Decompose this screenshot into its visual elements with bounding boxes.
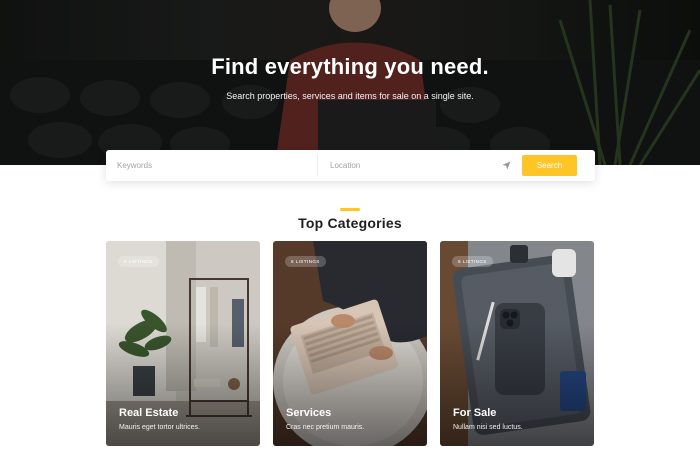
category-card-services[interactable]: 6 LISTINGS Services Cras nec pretium mau… <box>273 241 427 446</box>
hero-overlay <box>0 0 700 165</box>
hero-title: Find everything you need. <box>211 54 489 79</box>
navigation-arrow-icon[interactable] <box>498 158 514 174</box>
search-button[interactable]: Search <box>522 155 577 176</box>
hero-banner: Find everything you need. Search propert… <box>0 0 700 165</box>
listings-badge: 6 LISTINGS <box>118 256 159 267</box>
category-card-real-estate[interactable]: 6 LISTINGS Real Estate Mauris eget torto… <box>106 241 260 446</box>
location-input[interactable] <box>318 155 498 176</box>
hero-subtitle: Search properties, services and items fo… <box>226 91 474 101</box>
category-description: Cras nec pretium mauris. <box>286 424 365 431</box>
category-name: Services <box>286 407 332 419</box>
section-title: Top Categories <box>298 215 402 231</box>
category-name: For Sale <box>453 407 497 419</box>
keywords-input[interactable] <box>106 155 318 176</box>
category-name: Real Estate <box>119 407 179 419</box>
search-bar: Search <box>106 150 595 181</box>
listings-badge: 6 LISTINGS <box>285 256 326 267</box>
section-accent-bar <box>340 208 360 211</box>
category-description: Nullam nisi sed luctus. <box>453 424 523 431</box>
listings-badge: 6 LISTINGS <box>452 256 493 267</box>
category-description: Mauris eget tortor ultrices. <box>119 424 200 431</box>
category-card-for-sale[interactable]: 6 LISTINGS For Sale Nullam nisi sed luct… <box>440 241 594 446</box>
